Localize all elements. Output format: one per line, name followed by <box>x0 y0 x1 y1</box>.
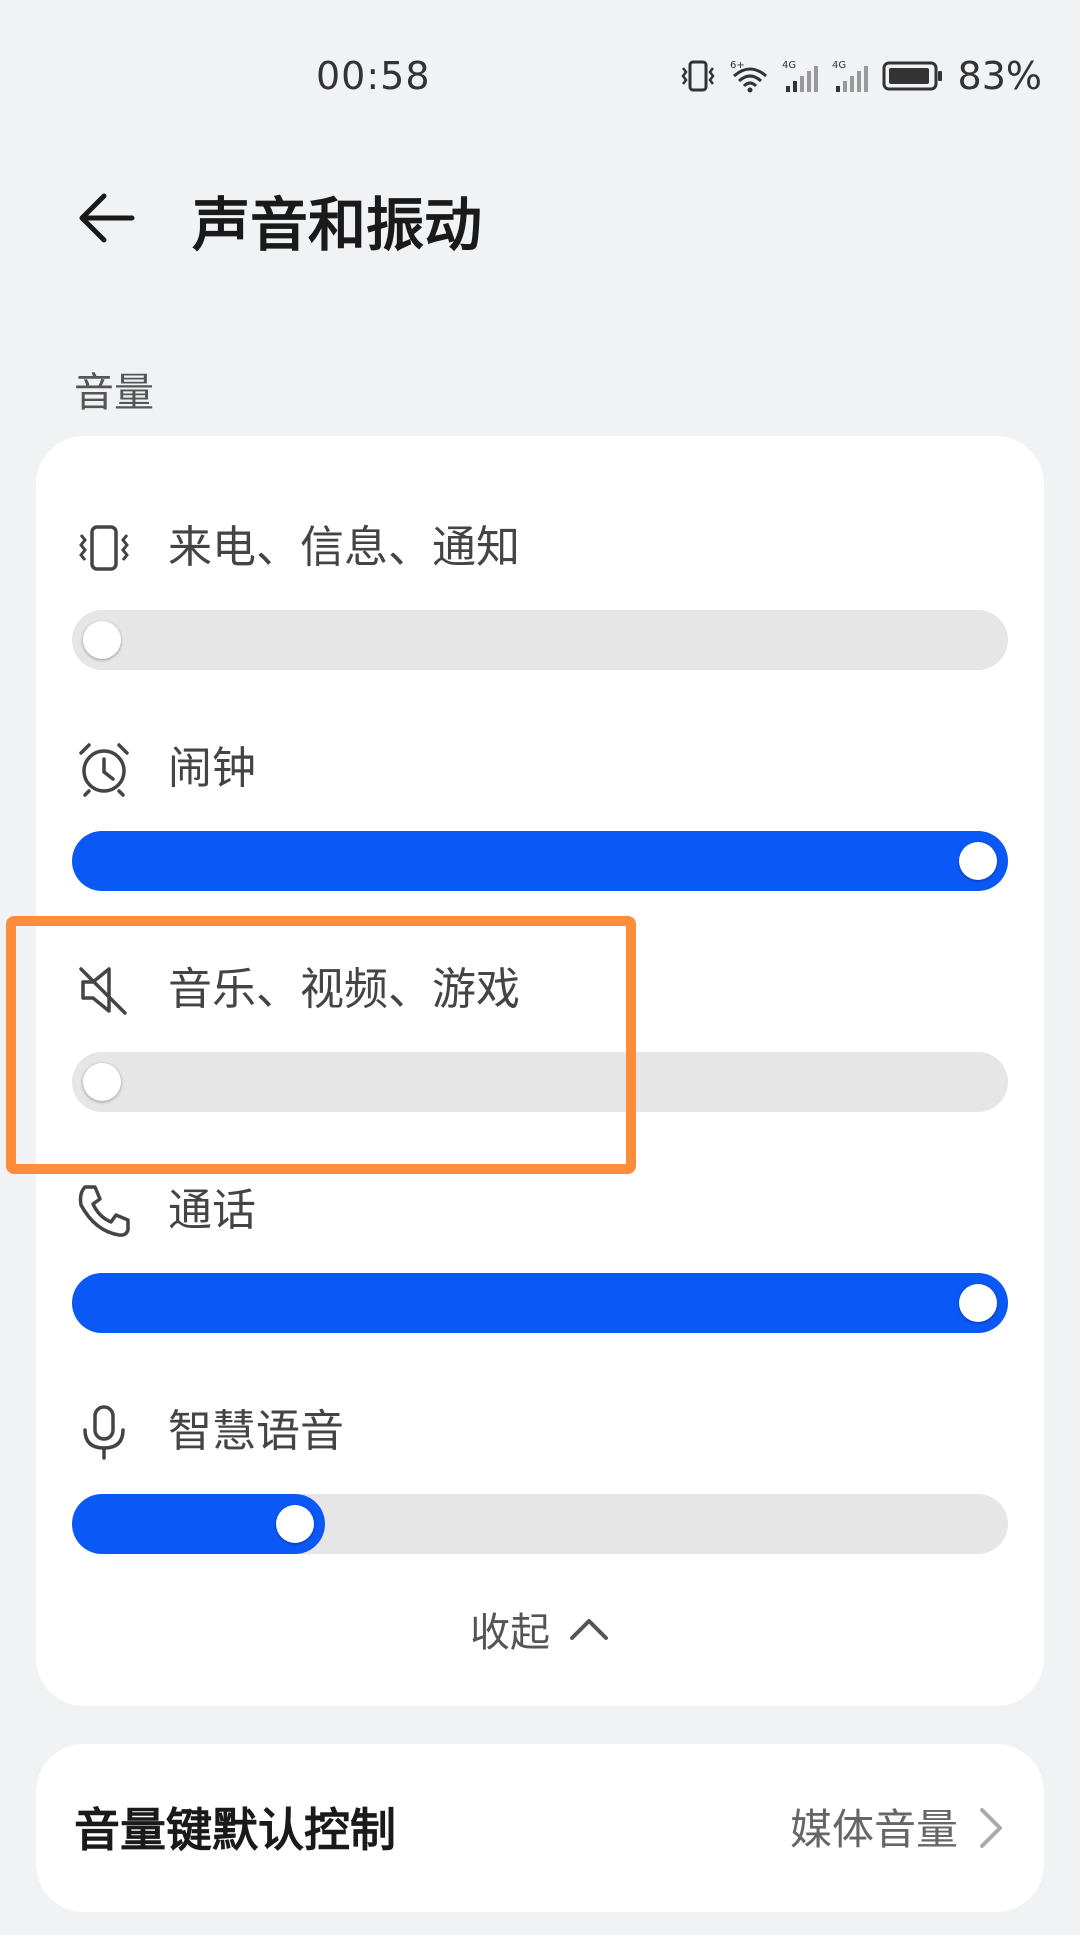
volume-card: 来电、信息、通知 闹钟 音乐、视频、游戏 通话 智慧语音 收起 <box>36 436 1044 1706</box>
wifi-icon: 6+ <box>728 58 772 94</box>
volume-label-voice: 智慧语音 <box>168 1406 344 1457</box>
slider-thumb[interactable] <box>959 1284 997 1322</box>
arrow-left-icon <box>79 193 135 243</box>
volume-key-label: 音量键默认控制 <box>74 1803 396 1857</box>
collapse-button[interactable]: 收起 <box>36 1594 1044 1664</box>
chevron-right-icon <box>980 1808 1002 1848</box>
status-time: 00:58 <box>316 54 431 98</box>
volume-slider-voice[interactable] <box>72 1494 1008 1554</box>
volume-slider-ring[interactable] <box>72 610 1008 670</box>
status-bar: 00:58 6+ 4G 4G 83% <box>0 0 1080 140</box>
chevron-up-icon <box>570 1619 608 1640</box>
signal-2-icon: 4G <box>832 58 872 94</box>
battery-percent: 83% <box>957 54 1042 98</box>
collapse-label: 收起 <box>470 1610 550 1656</box>
volume-row-ring: 来电、信息、通知 <box>36 518 1044 728</box>
slider-thumb[interactable] <box>959 842 997 880</box>
slider-thumb[interactable] <box>83 621 121 659</box>
volume-key-card[interactable]: 音量键默认控制 媒体音量 <box>36 1744 1044 1912</box>
volume-slider-media[interactable] <box>72 1052 1008 1112</box>
volume-label-call: 通话 <box>168 1185 256 1236</box>
slider-thumb[interactable] <box>83 1063 121 1101</box>
volume-label-media: 音乐、视频、游戏 <box>168 964 520 1015</box>
header: 声音和振动 <box>0 160 1080 270</box>
slider-fill <box>72 831 1008 891</box>
signal-1-icon: 4G <box>782 58 822 94</box>
volume-row-voice: 智慧语音 <box>36 1402 1044 1612</box>
vibrate-status-icon <box>678 58 718 94</box>
network-2-label: 4G <box>832 60 846 71</box>
volume-row-media: 音乐、视频、游戏 <box>36 960 1044 1170</box>
volume-label-alarm: 闹钟 <box>168 743 256 794</box>
battery-icon <box>882 58 944 94</box>
network-1-label: 4G <box>782 60 796 71</box>
slider-thumb[interactable] <box>275 1505 314 1543</box>
volume-row-alarm: 闹钟 <box>36 739 1044 949</box>
vibrate-icon <box>74 518 134 578</box>
back-button[interactable] <box>70 182 142 254</box>
volume-slider-alarm[interactable] <box>72 831 1008 891</box>
alarm-clock-icon <box>74 739 134 799</box>
volume-section-title: 音量 <box>74 370 154 416</box>
slider-fill <box>72 1273 1008 1333</box>
volume-row-call: 通话 <box>36 1181 1044 1391</box>
speaker-muted-icon <box>74 960 134 1020</box>
microphone-icon <box>74 1402 134 1462</box>
status-icons: 6+ 4G 4G 83% <box>678 54 1042 98</box>
volume-label-ring: 来电、信息、通知 <box>168 522 520 573</box>
volume-slider-call[interactable] <box>72 1273 1008 1333</box>
volume-key-value: 媒体音量 <box>789 1805 958 1854</box>
page-title: 声音和振动 <box>192 191 483 259</box>
phone-icon <box>74 1181 134 1241</box>
